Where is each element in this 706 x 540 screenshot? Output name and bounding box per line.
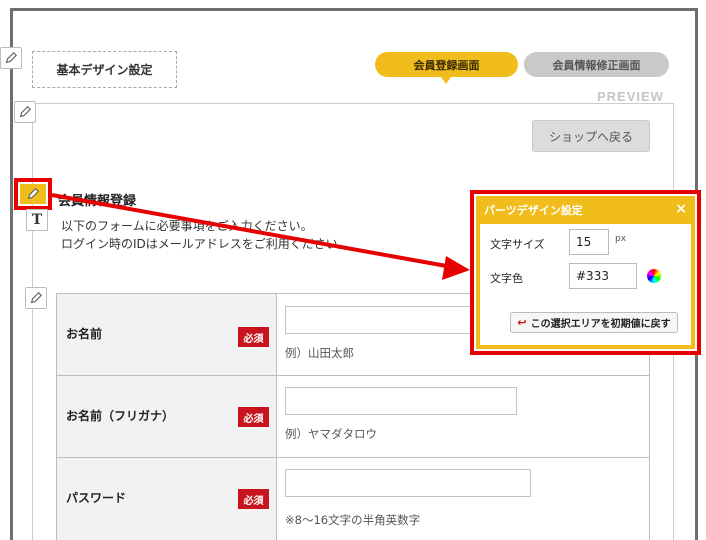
font-size-input[interactable]: 15 (569, 229, 609, 255)
parts-design-popup: パーツデザイン設定 × 文字サイズ 15 px 文字色 #333 ↩ この選択エ… (470, 190, 701, 355)
form-row-furigana: お名前（フリガナ） 必須 例）ヤマダタロウ (57, 376, 649, 458)
section-title: 会員情報登録 (58, 194, 137, 209)
form-row-password: パスワード 必須 ※8〜16文字の半角英数字 (57, 458, 649, 540)
popup-frame: パーツデザイン設定 × 文字サイズ 15 px 文字色 #333 ↩ この選択エ… (476, 196, 695, 349)
required-badge: 必須 (238, 327, 269, 347)
tab-member-registration[interactable]: 会員登録画面 (375, 52, 518, 84)
intro-text-line-2: ログイン時のIDはメールアドレスをご利用ください。 (61, 237, 350, 251)
close-icon[interactable]: × (675, 201, 687, 217)
edit-pencil-icon[interactable] (20, 184, 46, 204)
text-color-label: 文字色 (490, 272, 523, 285)
design-settings-button[interactable]: 基本デザイン設定 (32, 51, 177, 88)
font-size-label: 文字サイズ (490, 238, 545, 251)
field-hint: ※8〜16文字の半角英数字 (285, 513, 421, 527)
shop-back-button[interactable]: ショップへ戻る (532, 120, 650, 152)
password-input[interactable] (285, 469, 531, 497)
text-color-input[interactable]: #333 (569, 263, 637, 289)
preview-label: PREVIEW (597, 89, 664, 104)
popup-title: パーツデザイン設定 (484, 203, 583, 217)
field-label: お名前 (66, 327, 103, 341)
required-badge: 必須 (238, 489, 269, 509)
color-picker-icon[interactable] (647, 269, 661, 283)
required-badge: 必須 (238, 407, 269, 427)
reset-area-button[interactable]: ↩ この選択エリアを初期値に戻す (510, 312, 678, 333)
popup-body: 文字サイズ 15 px 文字色 #333 ↩ この選択エリアを初期値に戻す (480, 224, 691, 345)
field-hint: 例）ヤマダタロウ (285, 427, 377, 441)
field-label: お名前（フリガナ） (66, 409, 175, 423)
edit-pencil-icon[interactable] (0, 47, 22, 69)
field-label: パスワード (66, 491, 127, 505)
edit-pencil-icon[interactable] (14, 101, 36, 123)
edit-pencil-icon[interactable] (25, 287, 47, 309)
font-size-unit: px (615, 234, 627, 244)
intro-text-line-1: 以下のフォームに必要事項をご入力ください。 (61, 219, 313, 233)
undo-icon: ↩ (517, 316, 527, 329)
furigana-input[interactable] (285, 387, 517, 415)
text-icon[interactable]: T (26, 209, 48, 231)
tab-member-edit[interactable]: 会員情報修正画面 (524, 52, 669, 77)
field-hint: 例）山田太郎 (285, 346, 354, 360)
reset-button-label: この選択エリアを初期値に戻す (530, 319, 671, 330)
